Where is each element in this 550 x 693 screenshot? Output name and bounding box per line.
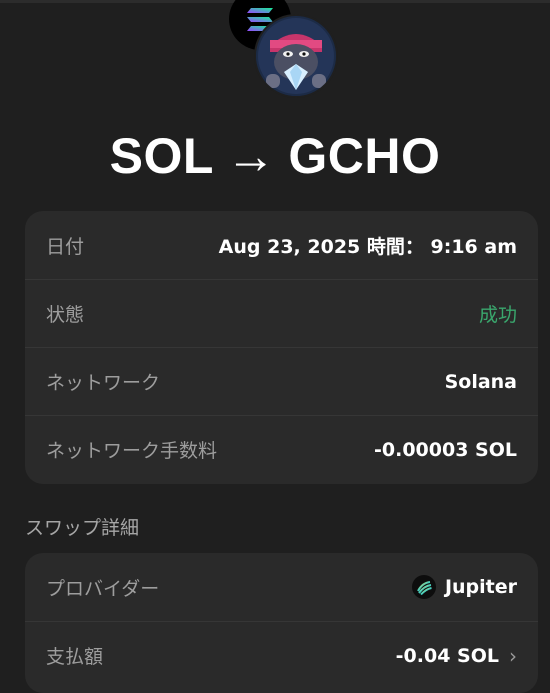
status-value: 成功: [478, 304, 517, 326]
network-fee-label: ネットワーク手数料: [46, 440, 218, 462]
detail-row-status: 状態 成功: [25, 279, 538, 347]
status-label: 状態: [46, 304, 85, 326]
amount-paid-value: -0.04 SOL ›: [396, 644, 517, 668]
provider-value: Jupiter: [411, 575, 517, 599]
date-label: 日付: [46, 235, 85, 258]
arrow-icon: →: [225, 128, 277, 184]
amount-paid-label: 支払額: [46, 646, 104, 668]
jupiter-logo-icon: [411, 575, 436, 599]
swap-title: SOL → GCHO: [0, 126, 550, 186]
swap-row-amount-paid[interactable]: 支払額 -0.04 SOL ›: [25, 621, 538, 689]
to-token-symbol: GCHO: [288, 128, 441, 184]
date-value: Aug 23, 2025 時間： 9:16 am: [218, 235, 517, 258]
token-pair-icons: [226, 0, 342, 100]
swap-details-heading: スワップ詳細: [25, 517, 140, 539]
network-value: Solana: [444, 370, 517, 393]
network-fee-value: -0.00003 SOL: [374, 438, 517, 461]
network-label: ネットワーク: [46, 372, 161, 394]
detail-row-date: 日付 Aug 23, 2025 時間： 9:16 am: [25, 211, 538, 279]
provider-label: プロバイダー: [46, 577, 160, 600]
transaction-details-card: 日付 Aug 23, 2025 時間： 9:16 am 状態 成功 ネットワーク…: [25, 211, 538, 484]
amount-paid-text: -0.04 SOL: [395, 644, 499, 667]
gcho-token-logo-icon: [256, 16, 336, 96]
chevron-right-icon[interactable]: ›: [509, 644, 517, 668]
swap-details-card: プロバイダー Jupiter 支払額 -0.04 SOL ›: [25, 553, 538, 693]
provider-name: Jupiter: [444, 576, 517, 598]
swap-row-provider: プロバイダー Jupiter: [25, 553, 538, 621]
from-token-symbol: SOL: [109, 128, 214, 184]
detail-row-network: ネットワーク Solana: [25, 347, 538, 415]
detail-row-network-fee: ネットワーク手数料 -0.00003 SOL: [25, 415, 538, 483]
